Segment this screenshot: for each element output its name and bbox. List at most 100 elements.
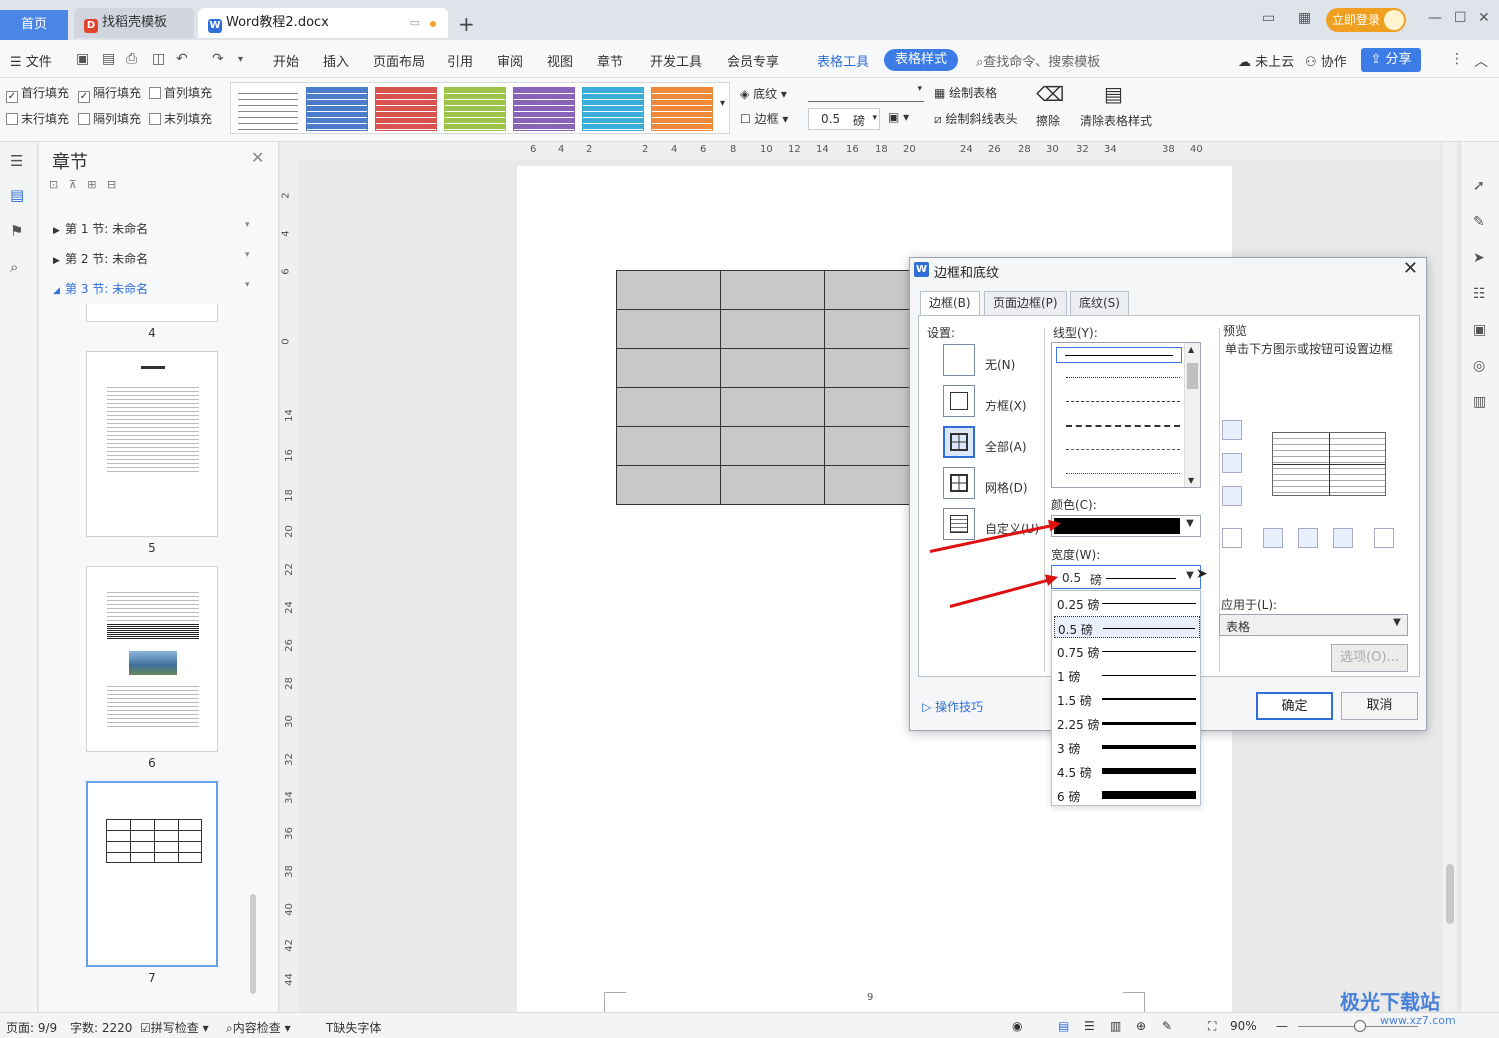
scroll-thumb[interactable] xyxy=(1187,363,1198,389)
right-border-button[interactable] xyxy=(1333,528,1353,548)
draw-table-button[interactable]: ▦ 绘制表格 xyxy=(934,84,997,101)
close-window-icon[interactable]: ✕ xyxy=(1478,10,1490,26)
tab-borders[interactable]: 边框(B) xyxy=(920,291,980,316)
pane-scrollbar[interactable] xyxy=(250,894,256,994)
clear-style-button[interactable]: 清除表格样式 xyxy=(1080,112,1152,129)
line-style-list[interactable]: ▲ ▼ xyxy=(1051,342,1201,488)
tab-home[interactable]: 首页 xyxy=(0,10,68,40)
table-style-swatch[interactable] xyxy=(237,87,299,131)
menu-devtools[interactable]: 开发工具 xyxy=(650,51,702,70)
width-option[interactable]: 1 磅 xyxy=(1054,664,1200,686)
line-style-option-selected[interactable] xyxy=(1056,347,1182,363)
page-thumb-6[interactable] xyxy=(86,566,218,752)
checkbox-alt-row[interactable]: ✓ 隔行填充 xyxy=(78,84,141,103)
setting-box[interactable]: 方框(X) xyxy=(985,397,1027,414)
minimize-icon[interactable]: — xyxy=(1428,10,1442,26)
section-item-1[interactable]: ▶ 第 1 节: 未命名 ▾ xyxy=(53,220,250,237)
cancel-button[interactable]: 取消 xyxy=(1341,692,1418,720)
tab-shading[interactable]: 底纹(S) xyxy=(1070,291,1129,315)
table-cell[interactable] xyxy=(720,309,825,349)
expand-all-icon[interactable]: ⊡ xyxy=(49,178,58,191)
setting-box-icon[interactable] xyxy=(943,385,975,417)
cloud-status[interactable]: ☁ 未上云 xyxy=(1238,51,1294,70)
menu-member[interactable]: 会员专享 xyxy=(727,51,779,70)
chapter-nav-icon[interactable]: ▤ xyxy=(10,186,24,204)
web-view-icon[interactable]: ⊕ xyxy=(1136,1019,1146,1033)
line-style-scrollbar[interactable]: ▲ ▼ xyxy=(1184,343,1200,487)
cursor-icon[interactable]: ➤ xyxy=(1473,250,1485,266)
bookmark-icon[interactable]: ⚑ xyxy=(10,222,23,240)
collapse-icon[interactable]: ⊼ xyxy=(69,178,77,191)
table-style-swatch[interactable] xyxy=(444,87,506,131)
top-border-button[interactable] xyxy=(1222,420,1242,440)
page-thumb-5[interactable] xyxy=(86,351,218,537)
shading-button[interactable]: ◈ 底纹 ▾ xyxy=(740,85,787,102)
checkbox-alt-col[interactable]: 隔列填充 xyxy=(78,110,141,127)
diagonal-down-button[interactable] xyxy=(1222,528,1242,548)
setting-all[interactable]: 全部(A) xyxy=(985,438,1027,455)
center-border-button[interactable] xyxy=(1298,528,1318,548)
width-option[interactable]: 6 磅 xyxy=(1054,784,1200,806)
table-style-swatch[interactable] xyxy=(582,87,644,131)
fit-icon[interactable]: ⛶ xyxy=(1208,1019,1216,1034)
redo-icon[interactable]: ↷ xyxy=(212,51,224,67)
section-2-menu-icon[interactable]: ▾ xyxy=(245,250,250,260)
ok-button[interactable]: 确定 xyxy=(1256,692,1333,720)
table-cell[interactable] xyxy=(720,348,825,388)
checkbox-last-col[interactable]: 末列填充 xyxy=(149,110,212,127)
setting-grid[interactable]: 网格(D) xyxy=(985,479,1028,496)
menu-layout[interactable]: 页面布局 xyxy=(373,51,425,70)
apply-select[interactable]: 表格 ▼ xyxy=(1219,614,1408,636)
width-select[interactable]: 0.5 磅 ▼ xyxy=(1051,565,1201,589)
table-cell[interactable] xyxy=(616,309,721,349)
table-cell[interactable] xyxy=(720,465,825,505)
draw-diagonal-button[interactable]: ⧄ 绘制斜线表头 xyxy=(934,110,1017,127)
outline-icon[interactable]: ☰ xyxy=(10,152,23,170)
setting-none-icon[interactable] xyxy=(943,344,975,376)
more-quick-icon[interactable]: ▾ xyxy=(238,54,243,65)
line-style-select[interactable]: ▾ xyxy=(808,82,924,102)
write-view-icon[interactable]: ✎ xyxy=(1162,1019,1172,1033)
new-tab-button[interactable]: + xyxy=(458,12,475,36)
border-button[interactable]: ☐ 边框 ▾ xyxy=(740,110,788,127)
table-style-swatch[interactable] xyxy=(375,87,437,131)
sliders-icon[interactable]: ☷ xyxy=(1473,286,1486,302)
undo-icon[interactable]: ↶ xyxy=(176,51,188,67)
width-option[interactable]: 0.75 磅 xyxy=(1054,640,1200,662)
outline-view-icon[interactable]: ☰ xyxy=(1084,1019,1095,1033)
layout-icon[interactable]: ▭ xyxy=(1262,10,1275,26)
maximize-icon[interactable]: ☐ xyxy=(1454,10,1467,26)
share-button[interactable]: ⇪ 分享 xyxy=(1361,48,1421,72)
rocket-icon[interactable]: ➚ xyxy=(1473,178,1485,194)
page-thumb-7[interactable] xyxy=(86,781,218,967)
book-icon[interactable]: ▥ xyxy=(1473,394,1486,410)
middle-border-button[interactable] xyxy=(1222,453,1242,473)
width-option[interactable]: 2.25 磅 xyxy=(1054,712,1200,734)
section-item-3[interactable]: ◢ 第 3 节: 未命名 ▾ xyxy=(53,280,250,297)
close-icon[interactable]: ✕ xyxy=(1403,258,1418,279)
read-view-icon[interactable]: ▥ xyxy=(1110,1019,1121,1033)
checkbox-first-col[interactable]: 首列填充 xyxy=(149,84,212,101)
monitor-icon[interactable]: ▭ xyxy=(410,8,420,38)
menu-start[interactable]: 开始 xyxy=(273,51,299,70)
table-style-swatch[interactable] xyxy=(306,87,368,131)
menu-chapter[interactable]: 章节 xyxy=(597,51,623,70)
login-button[interactable]: 立即登录 xyxy=(1326,8,1406,32)
line-style-option[interactable] xyxy=(1066,401,1180,402)
setting-all-icon[interactable] xyxy=(943,426,975,458)
spell-check[interactable]: ☑拼写检查 ▾ xyxy=(140,1019,209,1036)
tab-document[interactable]: W Word教程2.docx ▭ xyxy=(198,8,448,38)
width-option[interactable]: 4.5 磅 xyxy=(1054,760,1200,782)
collapse-ribbon-icon[interactable]: ︿ xyxy=(1474,51,1488,71)
border-preview[interactable] xyxy=(1272,432,1386,496)
section-item-2[interactable]: ▶ 第 2 节: 未命名 ▾ xyxy=(53,250,250,267)
table-cell[interactable] xyxy=(616,465,721,505)
width-option[interactable]: 1.5 磅 xyxy=(1054,688,1200,710)
pen-icon[interactable]: ✎ xyxy=(1473,214,1485,230)
word-count[interactable]: 字数: 2220 xyxy=(70,1019,132,1036)
width-option[interactable]: 0.25 磅 xyxy=(1054,592,1200,614)
eye-icon[interactable]: ◉ xyxy=(1012,1019,1022,1033)
section-1-menu-icon[interactable]: ▾ xyxy=(245,220,250,230)
scroll-down-icon[interactable]: ▼ xyxy=(1188,476,1194,485)
border-color-button[interactable]: ▣ ▾ xyxy=(888,110,909,124)
